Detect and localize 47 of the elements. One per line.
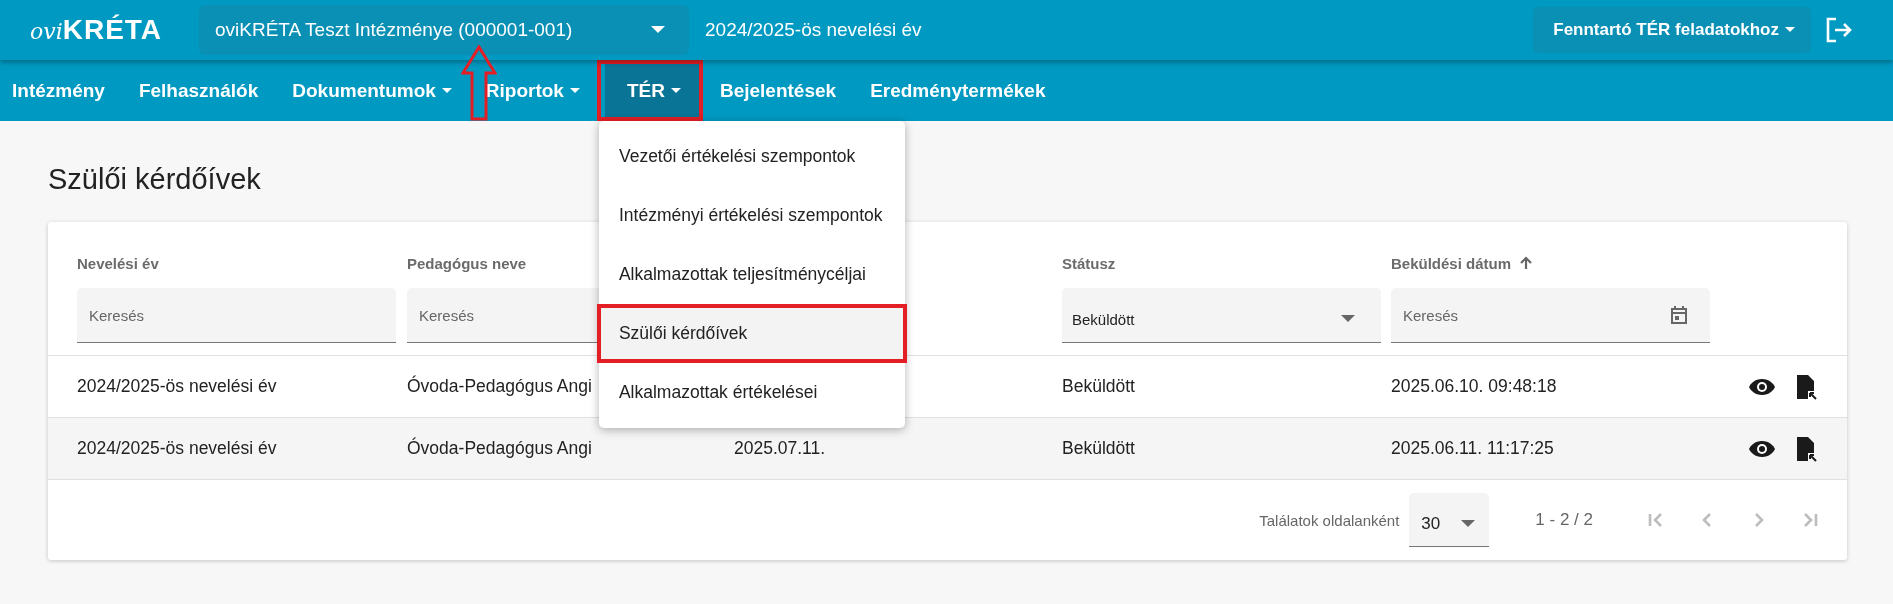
menu-item[interactable]: Alkalmazottak értékelései [598, 363, 905, 422]
document-export-icon[interactable] [1796, 373, 1818, 400]
nav-item[interactable]: Eredménytermékek [853, 60, 1063, 121]
nav-item[interactable]: Felhasználók [121, 60, 276, 121]
column-heading[interactable]: Nevelési év [77, 254, 159, 272]
nav-item[interactable]: Intézmény [0, 60, 122, 121]
caret-icon [651, 26, 665, 34]
menu-item[interactable]: Intézményi értékelési szempontok [598, 186, 905, 245]
role-button[interactable]: Fenntartó TÉR feladatokhoz [1533, 7, 1811, 53]
table-cell: 2024/2025-ös nevelési év [77, 438, 277, 458]
page-title: Szülői kérdőívek [48, 163, 262, 196]
table-cell: Óvoda-Pedagógus Angi [407, 376, 592, 396]
column-heading[interactable]: Pedagógus neve [407, 254, 527, 272]
caret-icon [1341, 315, 1355, 323]
table-cell: 2025.07.11. [734, 438, 826, 458]
table-row[interactable]: 2024/2025-ös nevelési év Óvoda-Pedagógus Angi 2025.07.11. Beküldött 2025.06.11. 11:17:25 [48, 418, 1847, 480]
logo-prefix: ovi [30, 19, 63, 44]
menu-item[interactable]: Alkalmazottak teljesítménycéljai [598, 245, 905, 304]
date-field[interactable]: Keresés [1391, 288, 1710, 343]
nav-item[interactable]: Riportok [468, 60, 597, 121]
nav-item[interactable]: Dokumentumok [275, 60, 469, 121]
page-size-select[interactable]: 30 [1409, 493, 1490, 547]
caret-icon [1785, 27, 1795, 33]
school-year: 2024/2025-ös nevelési év [705, 19, 922, 41]
nav-item[interactable]: Bejelentések [702, 60, 854, 121]
sort-arrow-icon[interactable] [1519, 256, 1534, 270]
table-cell: 2024/2025-ös nevelési év [77, 376, 277, 396]
document-export-icon[interactable] [1796, 435, 1818, 462]
view-eye-icon[interactable] [1748, 377, 1776, 396]
caret-icon [1461, 519, 1476, 528]
page-range: 1 - 2 / 2 [1535, 510, 1593, 530]
column-heading[interactable]: Státusz [1062, 254, 1116, 272]
logout-icon[interactable] [1825, 17, 1853, 43]
view-eye-icon[interactable] [1748, 439, 1776, 458]
search-field[interactable]: Keresés [77, 288, 396, 343]
table-cell: 2025.06.10. 09:48:18 [1391, 376, 1557, 396]
table-cell: Beküldött [1062, 438, 1135, 458]
table-cell: Beküldött [1062, 376, 1135, 396]
institution-select[interactable]: oviKRÉTA Teszt Intézménye (000001-001) [199, 5, 689, 55]
table-cell: 2025.06.11. 11:17:25 [1391, 438, 1554, 458]
calendar-icon[interactable] [1670, 305, 1688, 325]
column-heading[interactable]: Beküldési dátum [1391, 254, 1512, 272]
page-size-label: Találatok oldalanként [1259, 511, 1400, 529]
status-select[interactable]: Beküldött [1062, 288, 1381, 343]
logo-name: KRÉTA [62, 14, 163, 46]
menu-item[interactable]: Vezetői értékelési szempontok [598, 127, 905, 186]
table-cell: Óvoda-Pedagógus Angi [407, 438, 592, 458]
